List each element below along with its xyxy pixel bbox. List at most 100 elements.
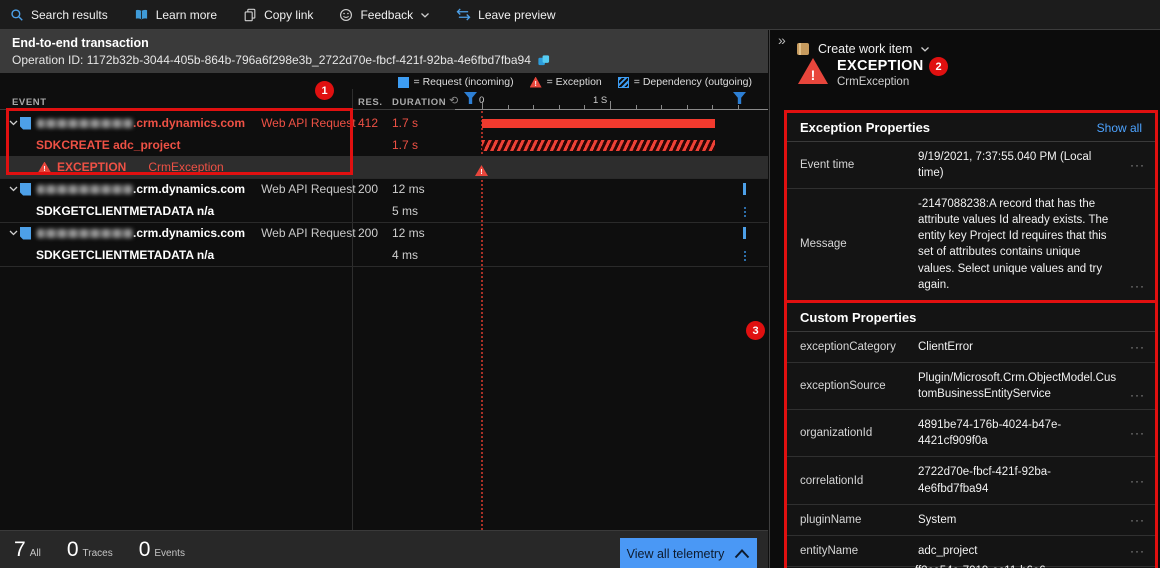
more-options-button[interactable]: ··· [1123, 279, 1145, 293]
property-value: -2147088238:A record that has the attrib… [918, 198, 1109, 291]
operation-id-icon[interactable] [537, 54, 550, 67]
event-row-dependency-1[interactable]: SDKCREATE adc_project 1.7 s [0, 134, 768, 156]
work-item-icon [797, 43, 809, 55]
feedback-menu-button[interactable]: Feedback [339, 8, 430, 22]
collapse-panel-button[interactable]: » [778, 32, 786, 48]
chevron-down-icon [421, 12, 430, 18]
range-handle-right-icon[interactable] [733, 92, 746, 104]
property-value: 9/19/2021, 7:37:55.040 PM (Local time) [918, 151, 1092, 180]
legend-request: = Request (incoming) [397, 76, 514, 88]
top-toolbar: Search results Learn more Copy link Feed… [0, 0, 1160, 30]
dependency-bar[interactable] [744, 207, 746, 217]
timeline-legend: = Request (incoming) ! = Exception = Dep… [397, 76, 752, 88]
legend-request-label: = Request (incoming) [413, 76, 514, 88]
property-value: ff2ce54e-7019-ec11-b6e6-002248200a70 [915, 563, 1126, 568]
event-kind: Web API Request [261, 182, 356, 196]
property-row: exceptionCategory ClientError ··· [787, 332, 1155, 364]
event-name: SDKGETCLIENTMETADATA n/a [36, 248, 215, 262]
redacted-org-name [37, 118, 133, 128]
dependency-bar[interactable] [482, 140, 715, 151]
create-work-item-label: Create work item [818, 42, 913, 56]
exception-label: EXCEPTION [57, 160, 127, 174]
exception-type: CrmException [148, 160, 224, 174]
property-label: exceptionCategory [800, 341, 896, 354]
count-value: 7 [14, 537, 26, 561]
legend-dependency: = Dependency (outgoing) [617, 76, 752, 88]
chevron-down-icon[interactable] [6, 185, 20, 193]
count-events[interactable]: 0 Events [139, 538, 185, 562]
toolbar-item-label: Learn more [155, 7, 218, 22]
property-label: exceptionSource [800, 380, 886, 393]
property-row: pluginName System ··· [787, 505, 1155, 536]
event-row-exception[interactable]: ! EXCEPTION CrmException ! [0, 156, 768, 178]
chevron-down-icon[interactable] [6, 229, 20, 237]
swap-arrows-icon [456, 8, 471, 21]
count-all[interactable]: 7 All [14, 538, 41, 562]
event-row-dependency-2[interactable]: SDKGETCLIENTMETADATA n/a 5 ms [0, 200, 768, 222]
more-options-button[interactable]: ··· [1123, 513, 1145, 527]
ruler-tick-label-mid: 1 S [593, 95, 608, 106]
range-handle-left-icon[interactable] [464, 92, 477, 104]
request-bar[interactable] [482, 119, 715, 128]
show-all-link[interactable]: Show all [1097, 121, 1142, 135]
learn-more-button[interactable]: Learn more [134, 8, 217, 22]
chevron-up-icon [735, 548, 750, 558]
warning-triangle-icon: ! [798, 58, 828, 84]
property-label: organizationId [800, 427, 873, 440]
count-traces[interactable]: 0 Traces [67, 538, 113, 562]
event-kind: Web API Request [261, 226, 356, 240]
event-domain: .crm.dynamics.com [133, 116, 246, 130]
more-options-button[interactable]: ··· [1123, 426, 1145, 440]
telemetry-footer: 7 All 0 Traces 0 Events View all telemet… [0, 530, 768, 568]
event-row-request-2[interactable]: .crm.dynamics.com Web API Request 200 12… [0, 178, 768, 200]
document-icon [20, 226, 31, 240]
event-kind: Web API Request [261, 116, 356, 130]
book-icon [135, 9, 147, 19]
property-value: 4891be74-176b-4024-b47e-4421cf909f0a [918, 419, 1062, 448]
legend-dependency-label: = Dependency (outgoing) [633, 76, 752, 88]
property-row: organizationId 4891be74-176b-4024-b47e-4… [787, 410, 1155, 458]
waterfall-panel: = Request (incoming) ! = Exception = Dep… [0, 73, 768, 530]
smiley-icon [340, 8, 353, 21]
property-value: System [918, 513, 957, 526]
property-row: correlationId 2722d70e-fbcf-421f-92ba-4e… [787, 457, 1155, 505]
more-options-button[interactable]: ··· [1123, 474, 1145, 488]
annotation-step-1: 1 [315, 81, 334, 100]
view-all-telemetry-button[interactable]: View all telemetry [620, 538, 757, 568]
create-work-item-button[interactable]: Create work item [796, 42, 930, 56]
property-label: pluginName [800, 513, 862, 526]
custom-properties-card: Custom Properties exceptionCategory Clie… [784, 300, 1158, 568]
exception-heading-subtitle: CrmException [837, 76, 910, 88]
property-label: correlationId [800, 474, 864, 487]
request-bar[interactable] [743, 227, 746, 239]
event-row-request-3[interactable]: .crm.dynamics.com Web API Request 200 12… [0, 222, 768, 244]
legend-exception: ! = Exception [529, 76, 602, 88]
count-value: 0 [66, 537, 79, 561]
property-row-entityid: entityId ff2ce54e-7019-ec11-b6e6-0022482… [784, 556, 1158, 568]
result-code: 412 [358, 116, 379, 130]
event-name: SDKGETCLIENTMETADATA n/a [36, 204, 215, 218]
reset-zoom-icon[interactable]: ⟲ [449, 94, 458, 107]
redacted-org-name [37, 184, 133, 194]
copy-link-button[interactable]: Copy link [243, 8, 313, 22]
more-options-button[interactable]: ··· [1123, 340, 1145, 354]
event-row-dependency-3[interactable]: SDKGETCLIENTMETADATA n/a 4 ms [0, 244, 768, 266]
toolbar-item-label: Leave preview [478, 7, 556, 22]
app-insights-transaction-view: Search results Learn more Copy link Feed… [0, 0, 1160, 568]
more-options-button[interactable]: ··· [1123, 158, 1145, 172]
exception-marker-icon[interactable]: ! [475, 161, 488, 179]
more-options-button[interactable]: ··· [1123, 388, 1145, 402]
transaction-header: End-to-end transaction Operation ID: 117… [0, 30, 768, 73]
search-results-button[interactable]: Search results [10, 8, 108, 22]
duration-value: 1.7 s [392, 138, 419, 152]
event-row-request-1[interactable]: .crm.dynamics.com Web API Request 412 1.… [0, 112, 768, 134]
duration-value: 1.7 s [392, 116, 419, 130]
leave-preview-button[interactable]: Leave preview [456, 7, 556, 22]
request-bar[interactable] [743, 183, 746, 195]
toolbar-item-label: Copy link [264, 7, 314, 22]
chevron-down-icon[interactable] [6, 119, 20, 127]
operation-id-text: Operation ID: 1172b32b-3044-405b-864b-79… [12, 53, 531, 67]
property-row: Message -2147088238:A record that has th… [787, 189, 1155, 301]
property-value: 2722d70e-fbcf-421f-92ba-4e6fbd7fba94 [918, 466, 1051, 495]
dependency-bar[interactable] [744, 251, 746, 261]
